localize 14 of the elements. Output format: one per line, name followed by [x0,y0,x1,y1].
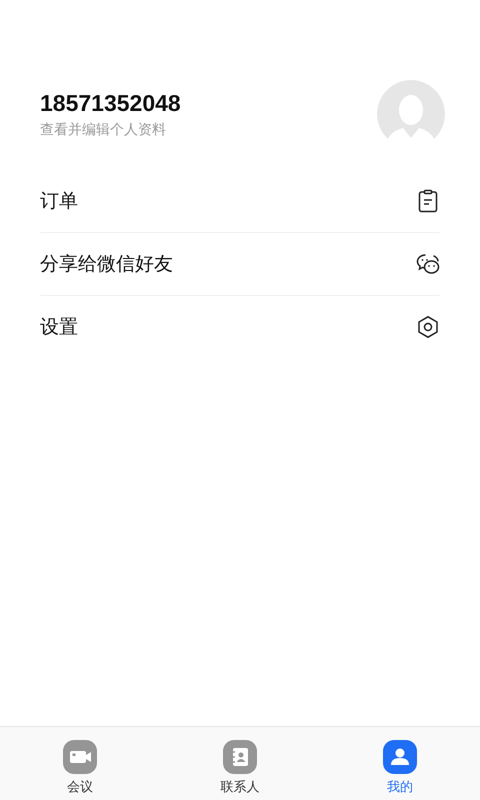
settings-icon [416,315,440,339]
video-camera-icon [63,740,97,774]
chat-bubbles-icon [416,252,440,276]
tab[interactable]: 会议 [0,727,160,800]
menu-item[interactable]: 设置 [40,296,440,358]
menu-item[interactable]: 分享给微信好友 [40,233,440,296]
tab[interactable]: 联系人 [160,727,320,800]
menu-item[interactable]: 订单 [40,170,440,233]
phone-number: 18571352048 [40,90,181,116]
contact-book-icon [223,740,257,774]
avatar-icon[interactable] [377,80,445,148]
tab[interactable]: 我的 [320,727,480,800]
clipboard-icon [416,189,440,213]
person-icon [383,740,417,774]
